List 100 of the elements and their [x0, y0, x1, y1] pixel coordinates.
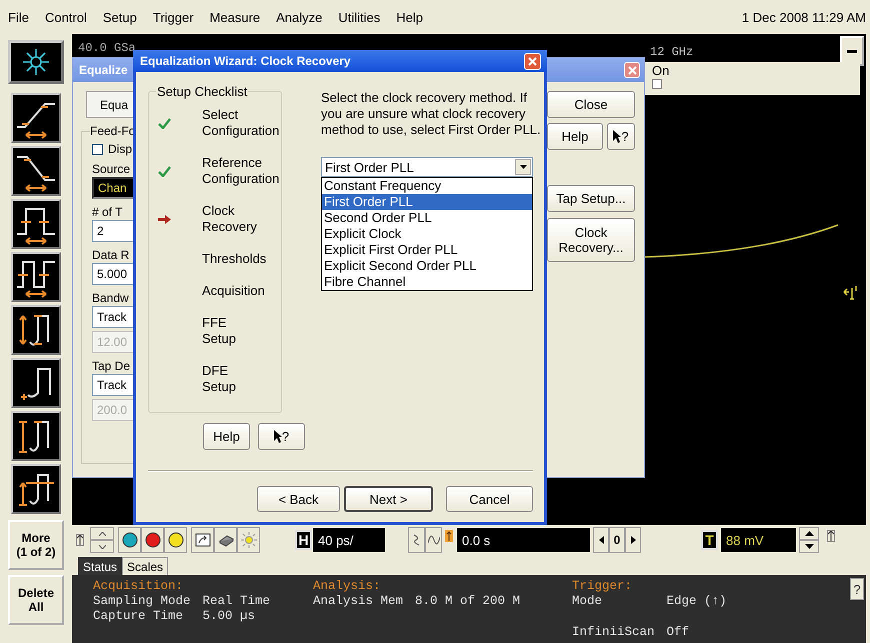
down-triangle-icon: [804, 544, 814, 549]
logo-button[interactable]: [8, 40, 64, 84]
measurement-button[interactable]: [11, 199, 61, 249]
dropdown-option[interactable]: First Order PLL: [322, 194, 532, 210]
whats-this-button[interactable]: ?: [607, 123, 635, 150]
checkbox[interactable]: [652, 79, 662, 89]
next-button[interactable]: [625, 527, 641, 553]
time-scale-field[interactable]: 40 ps/: [313, 528, 385, 552]
measurement-button[interactable]: [11, 464, 61, 514]
menu-item[interactable]: Help: [396, 10, 424, 24]
previous-button[interactable]: [593, 527, 609, 553]
toolbar-button[interactable]: More (1 of 2): [8, 520, 64, 570]
starburst-icon: [21, 47, 51, 77]
menu-item[interactable]: Control: [44, 10, 87, 24]
field-label: Source: [92, 162, 130, 177]
dialog-title: Equalization Wizard: Clock Recovery: [140, 54, 351, 68]
circle-icon: [144, 532, 160, 548]
spin-down-button[interactable]: [799, 540, 819, 553]
close-button[interactable]: [524, 52, 541, 70]
dropdown-option[interactable]: Constant Frequency: [322, 178, 532, 194]
clock-recovery-button[interactable]: Clock Recovery...: [547, 218, 635, 262]
channel-button[interactable]: [118, 527, 141, 553]
dropdown-option[interactable]: Explicit First Order PLL: [322, 242, 532, 258]
wizard-button[interactable]: Next >: [344, 486, 433, 512]
dropdown-option[interactable]: Explicit Clock: [322, 226, 532, 242]
tap-setup-button[interactable]: Tap Setup...: [547, 185, 635, 212]
field-label: # of T: [92, 205, 122, 220]
pointer-icon: [274, 430, 282, 443]
checklist-step: Clock Recovery: [202, 203, 257, 235]
toolbar-button[interactable]: Delete All: [8, 575, 64, 625]
method-dropdown[interactable]: First Order PLL: [321, 157, 533, 177]
trigger-level-field[interactable]: 88 mV: [721, 528, 796, 552]
pointer-icon: [613, 130, 622, 143]
measurement-button[interactable]: [11, 252, 61, 302]
horizontal-label: H: [295, 530, 312, 550]
dropdown-option[interactable]: Fibre Channel: [322, 274, 532, 290]
bandwidth-readout: 12 GHz: [650, 45, 694, 59]
left-triangle-icon: [598, 536, 604, 544]
right-triangle-icon: [630, 536, 636, 544]
channel-button[interactable]: [141, 527, 164, 553]
whats-this-button[interactable]: ?: [258, 423, 305, 450]
checkbox[interactable]: [92, 144, 103, 154]
trigger-marker-icon: [843, 285, 859, 301]
menu-item[interactable]: Setup: [102, 10, 137, 24]
toolbar-button[interactable]: [214, 527, 237, 553]
circle-icon: [122, 532, 138, 548]
measurement-button[interactable]: [11, 93, 61, 143]
measurement-button[interactable]: [11, 411, 61, 461]
measurement-button[interactable]: [11, 146, 61, 196]
wizard-button[interactable]: < Back: [257, 486, 340, 512]
marker-icon: [827, 530, 835, 542]
field-label: Tap De: [92, 359, 130, 374]
help-button[interactable]: Help: [547, 123, 603, 150]
menu-item[interactable]: Measure: [210, 10, 260, 24]
minimize-icon: [847, 50, 857, 52]
menu-item[interactable]: Analyze: [276, 10, 322, 24]
status-value: Off: [666, 625, 690, 640]
toolbar-button[interactable]: [191, 527, 214, 553]
checklist-step: Thresholds: [202, 251, 266, 267]
trigger-marker-icon: [445, 530, 453, 542]
field-label: Bandw: [92, 291, 129, 306]
status-label: Capture Time: [93, 609, 184, 624]
help-button[interactable]: ?: [850, 578, 864, 600]
up-triangle-icon: [804, 531, 814, 536]
chevron-down-icon: [98, 544, 106, 548]
close-button[interactable]: Close: [547, 91, 635, 118]
spin-up-button[interactable]: [799, 527, 819, 540]
dropdown-option[interactable]: Explicit Second Order PLL: [322, 258, 532, 274]
status-label: InfiniiScan: [572, 625, 655, 640]
status-value: Edge (↑): [666, 594, 727, 609]
section-title: Acquisition:: [93, 579, 184, 594]
help-button[interactable]: Help: [203, 423, 250, 450]
menu-item[interactable]: Trigger: [152, 10, 194, 24]
section-title: Trigger:: [572, 579, 634, 594]
time-position-field[interactable]: 0.0 s: [457, 528, 590, 552]
status-value: 5.00 µs: [202, 609, 256, 624]
waveform-button[interactable]: [408, 527, 425, 553]
marker-icon: [76, 534, 84, 546]
arrow-icon: [158, 214, 170, 224]
checklist-step: Reference Configuration: [202, 155, 280, 187]
channel-button[interactable]: [164, 527, 187, 553]
wizard-button[interactable]: Cancel: [446, 486, 533, 512]
tab[interactable]: Scales: [122, 557, 168, 575]
close-icon: [528, 56, 537, 66]
sine-icon: [428, 535, 440, 545]
dropdown-button[interactable]: [515, 159, 531, 175]
menu-item[interactable]: File: [8, 10, 29, 24]
date-time: 1 Dec 2008 11:29 AM: [742, 10, 866, 24]
navigation-button[interactable]: 0: [609, 527, 625, 553]
chevron-up-icon: [98, 532, 106, 536]
status-label: Analysis Mem: [313, 594, 404, 609]
close-button[interactable]: [624, 62, 640, 78]
measurement-button[interactable]: [11, 358, 61, 408]
status-label: Mode: [572, 594, 604, 609]
dropdown-option[interactable]: Second Order PLL: [322, 210, 532, 226]
measurement-button[interactable]: [11, 305, 61, 355]
menu-item[interactable]: Utilities: [338, 10, 380, 24]
waveform-button[interactable]: [425, 527, 442, 553]
field-label: Data R: [92, 248, 130, 263]
tab[interactable]: Status: [78, 557, 122, 575]
